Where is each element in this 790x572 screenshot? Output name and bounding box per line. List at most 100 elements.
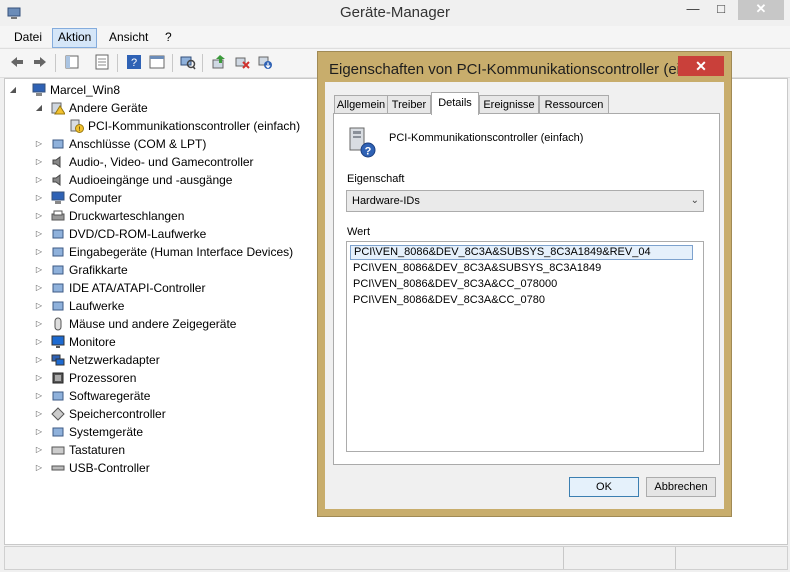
uninstall-icon[interactable] [234, 54, 250, 70]
toolbar-separator [172, 54, 173, 72]
collapsed-arrow-icon[interactable]: ▷ [34, 423, 44, 441]
svg-text:?: ? [365, 146, 372, 158]
toolbar-separator [202, 54, 203, 72]
properties-dialog: Eigenschaften von PCI-Kommunikationscont… [317, 51, 732, 517]
collapsed-arrow-icon[interactable]: ▷ [34, 189, 44, 207]
value-list[interactable]: PCI\VEN_8086&DEV_8C3A&SUBSYS_8C3A1849&RE… [346, 241, 704, 452]
tree-item-label: Prozessoren [69, 371, 137, 385]
monitor-icon [51, 335, 65, 348]
view-icon[interactable] [149, 54, 165, 70]
menu-datei[interactable]: Datei [9, 28, 47, 46]
tab-treiber[interactable]: Treiber [387, 95, 431, 114]
close-button[interactable]: ✕ [738, 0, 784, 20]
collapsed-arrow-icon[interactable]: ▷ [34, 351, 44, 369]
collapsed-arrow-icon[interactable]: ▷ [34, 135, 44, 153]
status-bar [4, 546, 788, 570]
update-driver-icon[interactable] [211, 54, 227, 70]
tree-item-label: IDE ATA/ATAPI-Controller [69, 281, 206, 295]
scan-hardware-icon[interactable] [180, 54, 196, 70]
show-hide-tree-icon[interactable] [64, 54, 80, 70]
tree-item-label: Netzwerkadapter [69, 353, 160, 367]
collapsed-arrow-icon[interactable]: ▷ [34, 315, 44, 333]
unknown-device-icon: ? [349, 127, 376, 158]
collapsed-arrow-icon[interactable]: ▷ [34, 387, 44, 405]
disk-drive-icon [52, 301, 64, 311]
tab-allgemein[interactable]: Allgemein [334, 95, 388, 114]
port-icon [52, 139, 64, 149]
forward-icon[interactable] [32, 54, 48, 70]
property-select[interactable]: Hardware-IDs ⌄ [346, 190, 704, 212]
tree-item-label: Mäuse und andere Zeigegeräte [69, 317, 237, 331]
tree-item-label: Systemgeräte [69, 425, 144, 439]
collapsed-arrow-icon[interactable]: ▷ [34, 441, 44, 459]
collapsed-arrow-icon[interactable]: ▷ [34, 405, 44, 423]
details-panel: ? PCI-Kommunikationscontroller (einfach)… [333, 113, 720, 465]
tree-root-label: Marcel_Win8 [50, 83, 121, 97]
value-list-item[interactable]: PCI\VEN_8086&DEV_8C3A&CC_0780 [350, 293, 693, 308]
tree-item-label: Tastaturen [69, 443, 126, 457]
tree-item-label: Audioeingänge und -ausgänge [69, 173, 233, 187]
collapsed-arrow-icon[interactable]: ▷ [34, 243, 44, 261]
maximize-button[interactable]: □ [708, 0, 734, 20]
storage-controller-icon [51, 407, 65, 421]
collapsed-arrow-icon[interactable]: ▷ [34, 279, 44, 297]
help-icon[interactable]: ? [126, 54, 142, 70]
display-adapter-icon [52, 265, 64, 275]
device-name: PCI-Kommunikationscontroller (einfach) [389, 132, 584, 144]
processor-icon [52, 372, 64, 384]
status-divider [675, 547, 676, 569]
keyboard-icon [51, 446, 65, 455]
collapsed-arrow-icon[interactable]: ▷ [34, 369, 44, 387]
speaker-icon [52, 174, 61, 186]
menu-ansicht[interactable]: Ansicht [104, 28, 153, 46]
menu-help[interactable]: ? [160, 28, 177, 46]
tree-item-label: Audio-, Video- und Gamecontroller [69, 155, 254, 169]
collapsed-arrow-icon[interactable]: ▷ [34, 297, 44, 315]
collapsed-arrow-icon[interactable]: ▷ [34, 225, 44, 243]
expanded-arrow-icon[interactable]: ◢ [8, 81, 18, 99]
collapsed-arrow-icon[interactable]: ▷ [34, 333, 44, 351]
tab-ereignisse[interactable]: Ereignisse [479, 95, 539, 114]
tree-item-label: Speichercontroller [69, 407, 166, 421]
tab-ressourcen[interactable]: Ressourcen [539, 95, 609, 114]
tree-item-label: Computer [69, 191, 122, 205]
collapsed-arrow-icon[interactable]: ▷ [34, 153, 44, 171]
value-list-item[interactable]: PCI\VEN_8086&DEV_8C3A&CC_078000 [350, 277, 693, 292]
tab-details[interactable]: Details [431, 92, 479, 115]
menu-aktion[interactable]: Aktion [52, 28, 98, 48]
printer-icon [51, 210, 65, 221]
speaker-icon [52, 156, 61, 168]
dialog-body: Allgemein Treiber Details Ereignisse Res… [325, 82, 724, 509]
tree-item-label: Grafikkarte [69, 263, 128, 277]
value-list-item[interactable]: PCI\VEN_8086&DEV_8C3A&SUBSYS_8C3A1849 [350, 261, 693, 276]
disable-icon[interactable] [257, 54, 273, 70]
ide-controller-icon [52, 283, 64, 293]
tree-item-label: PCI-Kommunikationscontroller (einfach) [88, 119, 301, 133]
dialog-title: Eigenschaften von PCI-Kommunikationscont… [329, 61, 701, 78]
ok-button[interactable]: OK [569, 477, 639, 497]
collapsed-arrow-icon[interactable]: ▷ [34, 459, 44, 477]
expanded-arrow-icon[interactable]: ◢ [34, 99, 44, 117]
dialog-close-button[interactable]: ✕ [678, 56, 724, 76]
window-title: Geräte-Manager [339, 4, 451, 21]
value-list-item[interactable]: PCI\VEN_8086&DEV_8C3A&SUBSYS_8C3A1849&RE… [350, 245, 693, 260]
cancel-button[interactable]: Abbrechen [646, 477, 716, 497]
status-divider [563, 547, 564, 569]
usb-icon [51, 465, 65, 471]
properties-icon[interactable] [94, 54, 110, 70]
collapsed-arrow-icon[interactable]: ▷ [34, 207, 44, 225]
computer-icon [32, 83, 46, 96]
collapsed-arrow-icon[interactable]: ▷ [34, 171, 44, 189]
tree-item-label: Andere Geräte [69, 101, 148, 115]
back-icon[interactable] [9, 54, 25, 70]
tree-item-label: Softwaregeräte [69, 389, 151, 403]
tree-item-label: USB-Controller [69, 461, 150, 475]
chevron-down-icon: ⌄ [690, 195, 699, 206]
dvd-drive-icon [52, 229, 64, 239]
minimize-button[interactable]: — [680, 0, 706, 20]
hid-icon [52, 247, 64, 257]
unknown-device-icon: ! [70, 119, 84, 133]
tree-item-label: Eingabegeräte (Human Interface Devices) [69, 245, 294, 259]
title-bar[interactable]: Geräte-Manager — □ ✕ [0, 0, 790, 26]
collapsed-arrow-icon[interactable]: ▷ [34, 261, 44, 279]
